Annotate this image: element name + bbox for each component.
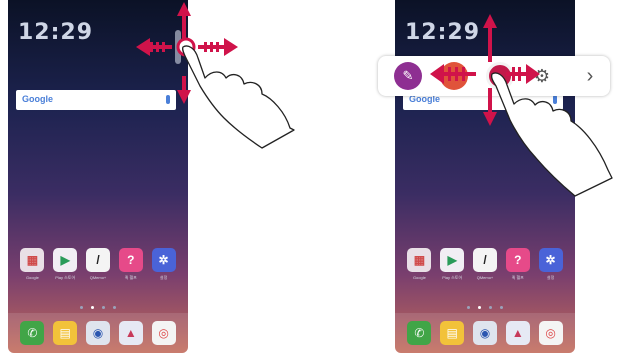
arrow-left-icon: [136, 38, 172, 56]
gesture-overlay: [136, 2, 613, 197]
arrow-up-icon: [483, 14, 497, 62]
hand-icon: [181, 45, 295, 149]
arrow-right-icon: [506, 64, 540, 84]
hand-icon: [490, 72, 613, 197]
arrow-down-icon: [483, 88, 497, 126]
arrow-up-icon: [177, 2, 191, 44]
arrow-right-icon: [198, 38, 238, 56]
arrow-left-icon: [430, 64, 476, 84]
arrow-down-icon: [177, 76, 191, 104]
